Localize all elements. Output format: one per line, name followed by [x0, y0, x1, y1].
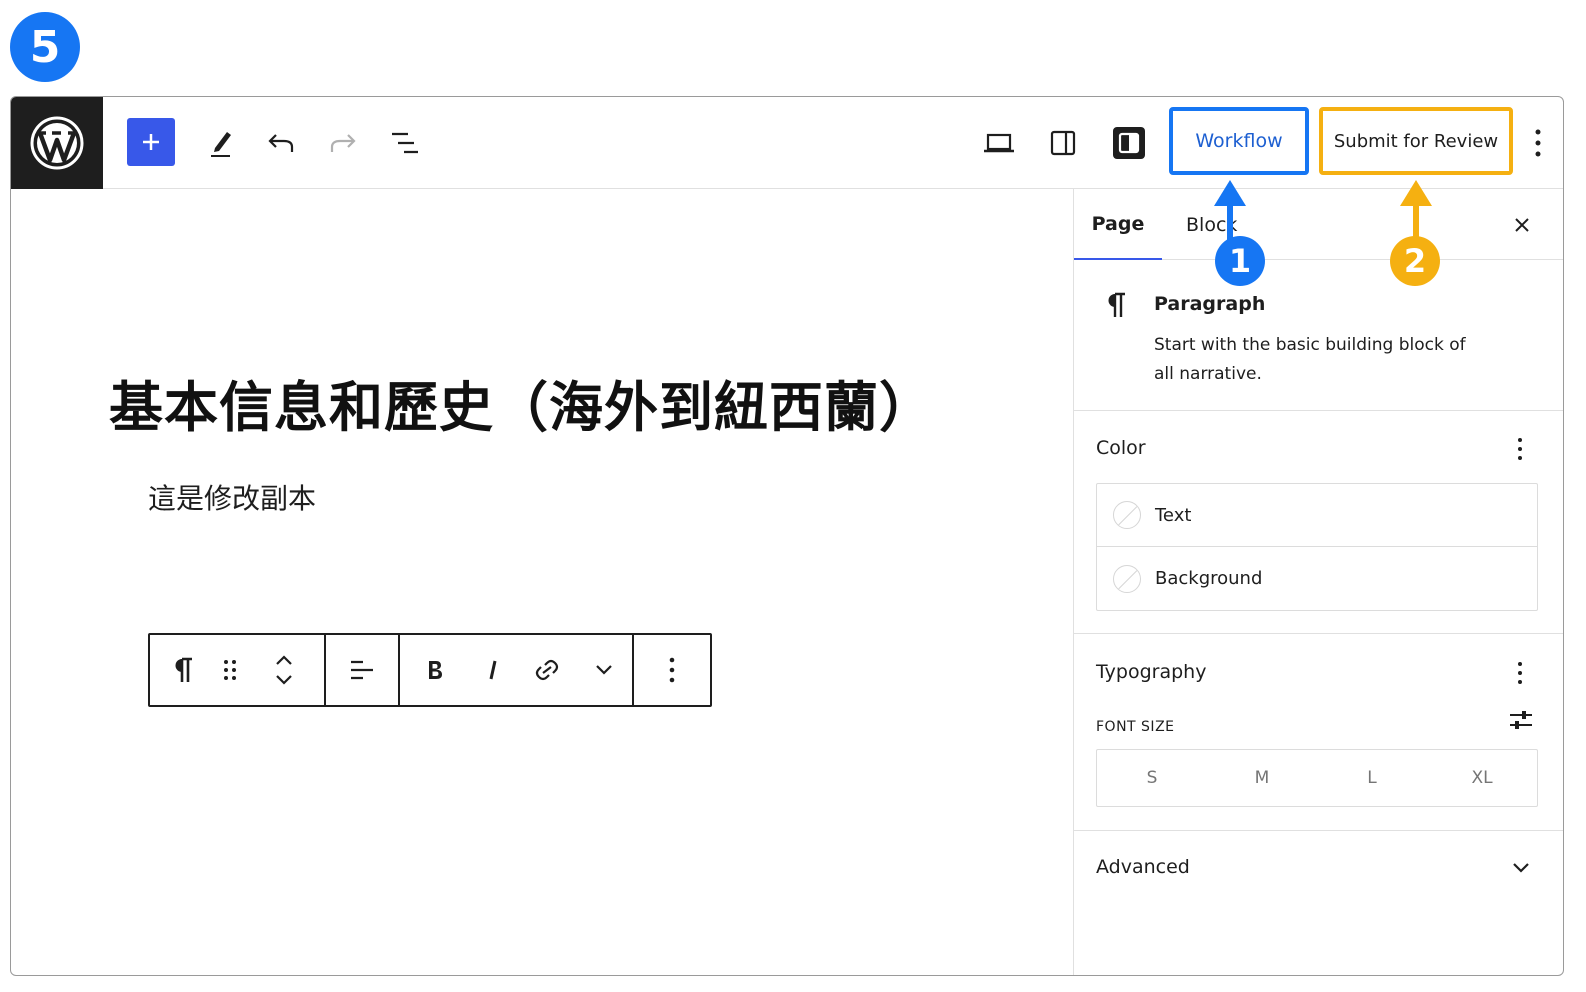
font-size-xl[interactable]: XL [1427, 750, 1537, 806]
align-left-icon [351, 660, 373, 680]
font-size-s[interactable]: S [1097, 750, 1207, 806]
block-toolbar-group-options [634, 635, 710, 705]
empty-swatch-icon [1113, 501, 1141, 529]
callout-badge-1: 1 [1215, 236, 1265, 286]
block-card-title: Paragraph [1154, 293, 1266, 315]
options-menu-button[interactable] [1525, 123, 1551, 163]
color-background-label: Background [1155, 568, 1263, 589]
block-options-button[interactable] [637, 635, 707, 705]
more-vertical-icon [669, 657, 675, 683]
drag-handle[interactable] [215, 635, 245, 705]
custom-font-size-button[interactable] [1508, 707, 1534, 733]
block-toolbar [148, 633, 712, 707]
settings-button[interactable] [1107, 121, 1151, 165]
step-number-badge: 5 [10, 12, 80, 82]
typography-options-button[interactable] [1510, 659, 1530, 687]
pencil-icon [211, 132, 231, 157]
drag-handle-icon [224, 660, 237, 680]
color-text-label: Text [1155, 504, 1192, 526]
undo-button[interactable] [261, 123, 301, 163]
settings-sidebar: Page Block Paragraph Start with the basi… [1073, 189, 1563, 975]
redo-button[interactable] [323, 123, 363, 163]
color-background-item[interactable]: Background [1097, 547, 1537, 610]
color-options-button[interactable] [1510, 435, 1530, 463]
align-button[interactable] [327, 635, 397, 705]
editor-canvas: 基本信息和歷史（海外到紐西蘭） 這是修改副本 [11, 189, 1073, 975]
bold-button[interactable] [400, 635, 470, 705]
document-overview-icon [392, 132, 418, 154]
sidebar-icon [1050, 130, 1076, 156]
more-rich-text-button[interactable] [578, 635, 630, 705]
editor-top-toolbar: Workflow Submit for Review [11, 97, 1563, 189]
callout-arrow-1 [1214, 180, 1246, 242]
font-size-m[interactable]: M [1207, 750, 1317, 806]
callout-badge-2: 2 [1390, 236, 1440, 286]
color-text-item[interactable]: Text [1097, 484, 1537, 547]
close-icon [1515, 218, 1529, 232]
color-panel-title[interactable]: Color [1096, 437, 1146, 459]
page-title[interactable]: 基本信息和歷史（海外到紐西蘭） [109, 363, 934, 442]
advanced-expand-button[interactable] [1510, 857, 1532, 879]
tab-page[interactable]: Page [1074, 189, 1162, 260]
advanced-panel-toggle[interactable]: Advanced [1096, 856, 1190, 878]
link-button[interactable] [516, 635, 578, 705]
block-card-description: Start with the basic building block of a… [1154, 335, 1466, 384]
paragraph-block[interactable]: 這是修改副本 [148, 477, 316, 517]
submit-for-review-button[interactable]: Submit for Review [1319, 107, 1513, 175]
block-toolbar-group-align [326, 635, 400, 705]
sidebar-tabs: Page Block [1074, 189, 1563, 260]
pilcrow-icon [175, 657, 192, 682]
link-icon [535, 659, 559, 681]
font-size-label: FONT SIZE [1096, 719, 1175, 735]
wordpress-logo-icon[interactable] [11, 97, 103, 189]
workflow-button[interactable]: Workflow [1169, 107, 1309, 175]
toggle-sidebar-button[interactable] [1043, 123, 1083, 163]
move-up-down-button[interactable] [245, 635, 324, 705]
add-block-button[interactable] [127, 118, 175, 166]
font-size-l[interactable]: L [1317, 750, 1427, 806]
redo-icon [330, 134, 356, 152]
more-vertical-icon [1535, 129, 1541, 157]
chevron-down-icon [1513, 863, 1529, 873]
callout-arrow-2 [1400, 180, 1432, 242]
document-overview-button[interactable] [385, 123, 425, 163]
block-toolbar-group-format [400, 635, 634, 705]
font-size-picker: S M L XL [1096, 749, 1538, 807]
block-type-button[interactable] [150, 635, 215, 705]
chevron-down-icon [596, 665, 612, 675]
undo-icon [268, 134, 294, 152]
preview-desktop-button[interactable] [979, 123, 1019, 163]
plus-icon [143, 134, 159, 150]
italic-icon [489, 660, 497, 680]
more-vertical-icon [1518, 662, 1522, 684]
settings-sliders-icon [1510, 711, 1532, 729]
color-settings-list: Text Background [1096, 483, 1538, 611]
chevron-up-down-icon [276, 655, 293, 685]
settings-icon [1113, 127, 1145, 159]
more-vertical-icon [1518, 438, 1522, 460]
block-toolbar-group-block [150, 635, 326, 705]
typography-panel-title[interactable]: Typography [1096, 661, 1206, 683]
block-card: Paragraph Start with the basic building … [1074, 261, 1563, 411]
italic-button[interactable] [470, 635, 516, 705]
close-sidebar-button[interactable] [1508, 211, 1536, 239]
pilcrow-icon [1108, 292, 1125, 317]
empty-swatch-icon [1113, 564, 1141, 593]
tools-pencil-button[interactable] [201, 123, 241, 163]
editor-window: Workflow Submit for Review 基本信息和歷史（海外到紐西… [10, 96, 1564, 976]
bold-icon [429, 661, 442, 679]
desktop-icon [984, 133, 1014, 153]
